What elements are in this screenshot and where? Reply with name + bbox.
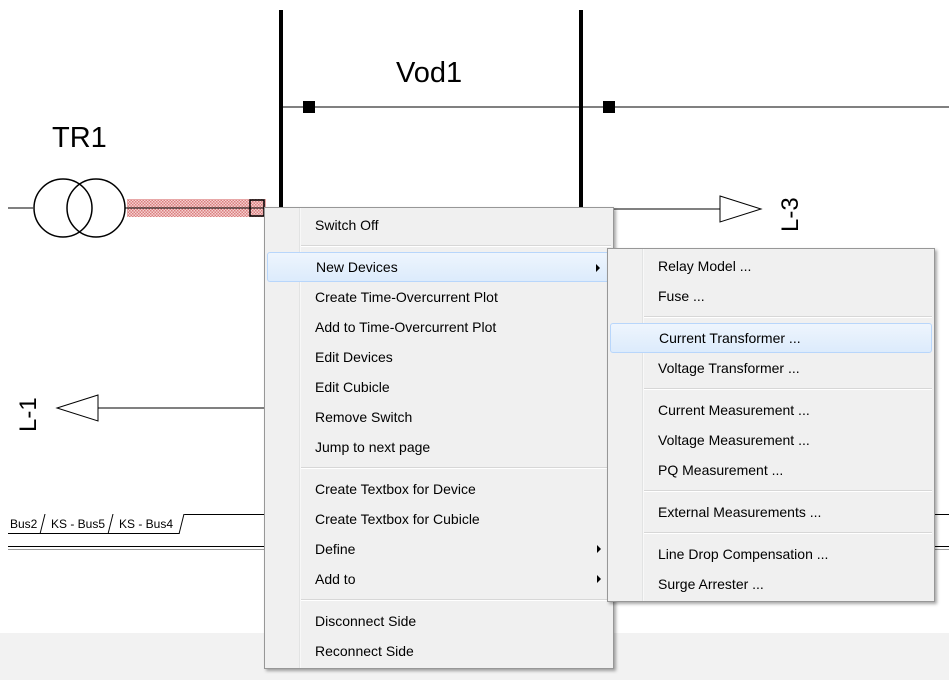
menu-item-reconnect-side[interactable]: Reconnect Side [267,636,611,666]
menu-separator [301,245,611,247]
menu-item-relay-model[interactable]: Relay Model ... [610,251,932,281]
menu-item-add-to-time-overcurrent-plot[interactable]: Add to Time-Overcurrent Plot [267,312,611,342]
menu-separator [644,388,932,390]
submenu-arrow-icon [596,264,600,272]
menu-separator [301,467,611,469]
line-left-label: L-1 [15,397,42,432]
submenu-arrow-icon [597,545,601,553]
transformer-label: TR1 [52,122,107,154]
submenu-new-devices: Relay Model ... Fuse ... Current Transfo… [607,248,935,602]
menu-item-create-textbox-device[interactable]: Create Textbox for Device [267,474,611,504]
menu-separator [644,532,932,534]
menu-item-fuse[interactable]: Fuse ... [610,281,932,311]
menu-item-disconnect-side[interactable]: Disconnect Side [267,606,611,636]
submenu-arrow-icon [597,575,601,583]
menu-item-define[interactable]: Define [267,534,611,564]
transformer-winding-1[interactable] [33,178,93,238]
menu-item-current-measurement[interactable]: Current Measurement ... [610,395,932,425]
menu-item-surge-arrester[interactable]: Surge Arrester ... [610,569,932,599]
line-right-label: L-3 [777,197,804,232]
transformer-winding-2[interactable] [66,178,126,238]
menu-item-edit-devices[interactable]: Edit Devices [267,342,611,372]
menu-item-external-measurements[interactable]: External Measurements ... [610,497,932,527]
menu-separator [644,490,932,492]
menu-item-voltage-measurement[interactable]: Voltage Measurement ... [610,425,932,455]
menu-item-switch-off[interactable]: Switch Off [267,210,611,240]
arrow-right-icon [719,195,763,223]
arrow-left-icon [55,394,99,422]
menu-item-create-time-overcurrent-plot[interactable]: Create Time-Overcurrent Plot [267,282,611,312]
context-menu: Switch Off New Devices Create Time-Overc… [264,207,614,669]
menu-item-create-textbox-cubicle[interactable]: Create Textbox for Cubicle [267,504,611,534]
menu-item-new-devices[interactable]: New Devices [267,252,611,282]
menu-separator [301,599,611,601]
menu-item-remove-switch[interactable]: Remove Switch [267,402,611,432]
menu-item-edit-cubicle[interactable]: Edit Cubicle [267,372,611,402]
breaker-square[interactable] [303,101,315,113]
menu-item-voltage-transformer[interactable]: Voltage Transformer ... [610,353,932,383]
tab-ks-bus5[interactable]: KS - Bus5 [39,514,117,534]
menu-item-line-drop-compensation[interactable]: Line Drop Compensation ... [610,539,932,569]
breaker-square[interactable] [603,101,615,113]
menu-item-jump-to-next-page[interactable]: Jump to next page [267,432,611,462]
tab-ks-bus4[interactable]: KS - Bus4 [107,514,185,534]
menu-item-add-to[interactable]: Add to [267,564,611,594]
menu-item-pq-measurement[interactable]: PQ Measurement ... [610,455,932,485]
menu-item-current-transformer[interactable]: Current Transformer ... [610,323,932,353]
bus-label: Vod1 [396,57,462,89]
menu-separator [644,316,932,318]
page-tabs: Bus2 KS - Bus5 KS - Bus4 [8,514,185,534]
